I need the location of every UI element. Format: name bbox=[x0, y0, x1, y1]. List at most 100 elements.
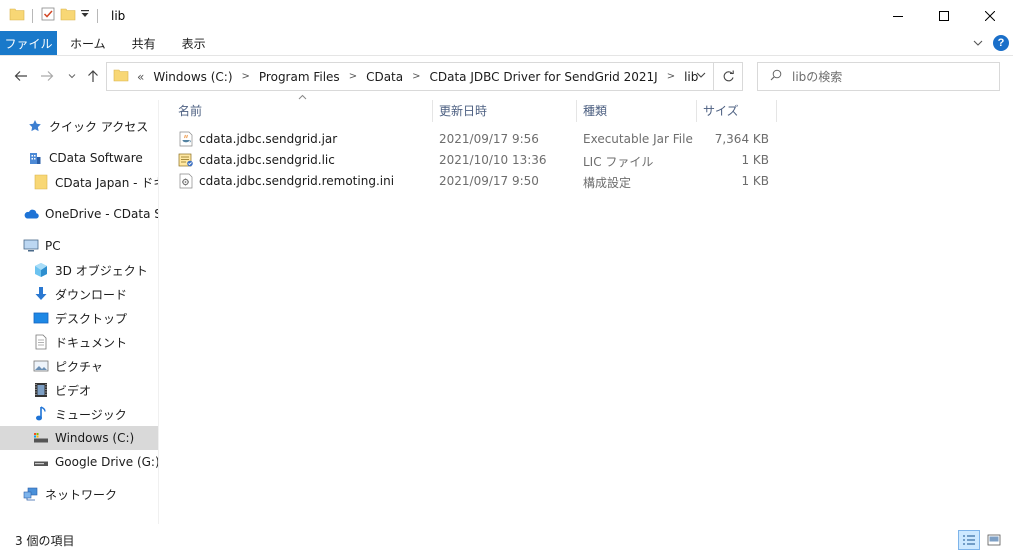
column-divider[interactable] bbox=[696, 100, 697, 122]
recent-locations-button[interactable] bbox=[61, 65, 83, 87]
sidebar-item-onedrive[interactable]: OneDrive - CData Sof bbox=[0, 202, 158, 226]
sidebar-item-label: OneDrive - CData Sof bbox=[45, 207, 158, 221]
file-type: LIC ファイル bbox=[583, 155, 654, 169]
sidebar-item-windows-c[interactable]: Windows (C:) bbox=[0, 426, 158, 450]
file-row[interactable]: cdata.jdbc.sendgrid.lic 2021/10/10 13:36… bbox=[173, 150, 773, 171]
sidebar-item-label: 3D オブジェクト bbox=[55, 263, 148, 278]
pane-divider bbox=[158, 100, 159, 524]
back-button[interactable] bbox=[10, 65, 32, 87]
chevron-right-icon[interactable]: > bbox=[242, 71, 250, 82]
file-row[interactable]: cdata.jdbc.sendgrid.remoting.ini 2021/09… bbox=[173, 171, 773, 192]
up-button[interactable] bbox=[82, 65, 104, 87]
folder-icon bbox=[33, 174, 49, 190]
customize-dropdown-icon[interactable] bbox=[80, 8, 90, 23]
chevron-right-icon[interactable]: > bbox=[349, 71, 357, 82]
title-bar: lib bbox=[0, 0, 1013, 31]
folder-icon bbox=[9, 6, 25, 25]
sidebar-item-3d-objects[interactable]: 3D オブジェクト bbox=[0, 258, 158, 282]
column-divider[interactable] bbox=[576, 100, 577, 122]
file-date: 2021/09/17 9:50 bbox=[439, 174, 539, 188]
file-size: 7,364 KB bbox=[714, 132, 769, 146]
jar-file-icon bbox=[178, 131, 194, 147]
column-header-type[interactable]: 種類 bbox=[583, 98, 607, 122]
close-button[interactable] bbox=[967, 0, 1013, 31]
breadcrumb-item[interactable]: Windows (C:) bbox=[153, 70, 232, 84]
status-bar: 3 個の項目 bbox=[0, 527, 1013, 554]
sidebar-item-label: Windows (C:) bbox=[55, 431, 135, 445]
refresh-button[interactable] bbox=[713, 63, 742, 90]
file-size: 1 KB bbox=[741, 153, 769, 167]
sidebar-item-downloads[interactable]: ダウンロード bbox=[0, 282, 158, 306]
sidebar-item-label: ダウンロード bbox=[55, 287, 128, 302]
sidebar-item-documents[interactable]: ドキュメント bbox=[0, 330, 158, 354]
tab-view[interactable]: 表示 bbox=[169, 31, 219, 55]
forward-button[interactable] bbox=[36, 65, 58, 87]
maximize-button[interactable] bbox=[921, 0, 967, 31]
sidebar-item-network[interactable]: ネットワーク bbox=[0, 482, 158, 506]
sort-ascending-icon bbox=[298, 93, 307, 103]
large-icons-view-button[interactable] bbox=[983, 530, 1005, 550]
column-header-name[interactable]: 名前 bbox=[178, 98, 202, 122]
search-input[interactable]: libの検索 bbox=[757, 62, 1000, 91]
download-icon bbox=[33, 286, 49, 302]
divider bbox=[97, 8, 98, 23]
sidebar-item-desktop[interactable]: デスクトップ bbox=[0, 306, 158, 330]
cube-icon bbox=[33, 262, 49, 278]
breadcrumb-item[interactable]: CData JDBC Driver for SendGrid 2021J bbox=[430, 70, 658, 84]
chevron-right-icon[interactable]: > bbox=[667, 71, 675, 82]
pc-icon bbox=[23, 238, 39, 254]
address-dropdown-icon[interactable] bbox=[696, 69, 706, 82]
star-icon bbox=[27, 118, 43, 134]
sidebar-item-label: デスクトップ bbox=[55, 311, 128, 326]
document-icon bbox=[33, 334, 49, 350]
sidebar-item-google-drive[interactable]: Google Drive (G:) bbox=[0, 450, 158, 474]
tab-file[interactable]: ファイル bbox=[0, 31, 57, 55]
picture-icon bbox=[33, 358, 49, 374]
navigation-bar: « Windows (C:) > Program Files > CData >… bbox=[0, 56, 1013, 96]
sidebar-item-cdata-japan[interactable]: CData Japan - ドキュメ bbox=[0, 170, 158, 194]
sidebar-item-pictures[interactable]: ピクチャ bbox=[0, 354, 158, 378]
search-placeholder: libの検索 bbox=[792, 70, 843, 84]
drive-icon bbox=[33, 430, 49, 446]
column-header-size[interactable]: サイズ bbox=[703, 98, 739, 122]
column-divider[interactable] bbox=[776, 100, 777, 122]
ini-file-icon bbox=[178, 173, 194, 189]
sidebar-item-label: ミュージック bbox=[55, 407, 127, 422]
new-folder-icon[interactable] bbox=[60, 6, 76, 25]
sidebar-item-cdata-software[interactable]: CData Software bbox=[0, 146, 158, 170]
folder-icon bbox=[113, 67, 129, 86]
sidebar-item-videos[interactable]: ビデオ bbox=[0, 378, 158, 402]
breadcrumb-item[interactable]: Program Files bbox=[259, 70, 340, 84]
help-icon[interactable]: ? bbox=[993, 35, 1009, 51]
divider bbox=[32, 8, 33, 23]
tab-share[interactable]: 共有 bbox=[119, 31, 169, 55]
sidebar-item-quick-access[interactable]: クイック アクセス bbox=[0, 114, 158, 138]
properties-icon[interactable] bbox=[40, 6, 56, 25]
ribbon-tabs: ファイル ホーム 共有 表示 ? bbox=[0, 31, 1013, 56]
file-size: 1 KB bbox=[741, 174, 769, 188]
chevron-right-icon[interactable]: > bbox=[412, 71, 420, 82]
expand-ribbon-icon[interactable] bbox=[973, 36, 983, 50]
sidebar-item-label: クイック アクセス bbox=[49, 119, 149, 134]
minimize-button[interactable] bbox=[875, 0, 921, 31]
tab-home[interactable]: ホーム bbox=[57, 31, 119, 55]
breadcrumb-item[interactable]: CData bbox=[366, 70, 403, 84]
sidebar-item-label: ネットワーク bbox=[45, 487, 118, 502]
details-view-button[interactable] bbox=[958, 530, 980, 550]
sidebar-item-pc[interactable]: PC bbox=[0, 234, 158, 258]
sidebar-item-label: PC bbox=[45, 239, 61, 253]
file-row[interactable]: cdata.jdbc.sendgrid.jar 2021/09/17 9:56 … bbox=[173, 129, 773, 150]
breadcrumb-overflow[interactable]: « bbox=[137, 70, 144, 84]
network-icon bbox=[23, 486, 39, 502]
quick-access-toolbar bbox=[0, 6, 101, 25]
item-count: 3 個の項目 bbox=[15, 534, 75, 548]
file-name: cdata.jdbc.sendgrid.jar bbox=[199, 132, 338, 146]
sidebar-item-label: ドキュメント bbox=[55, 335, 128, 350]
sidebar-item-label: Google Drive (G:) bbox=[55, 455, 158, 469]
sidebar-item-music[interactable]: ミュージック bbox=[0, 402, 158, 426]
file-type: Executable Jar File bbox=[583, 132, 693, 146]
address-bar[interactable]: « Windows (C:) > Program Files > CData >… bbox=[106, 62, 743, 91]
file-name: cdata.jdbc.sendgrid.lic bbox=[199, 153, 335, 167]
column-divider[interactable] bbox=[432, 100, 433, 122]
column-header-date[interactable]: 更新日時 bbox=[439, 98, 487, 122]
